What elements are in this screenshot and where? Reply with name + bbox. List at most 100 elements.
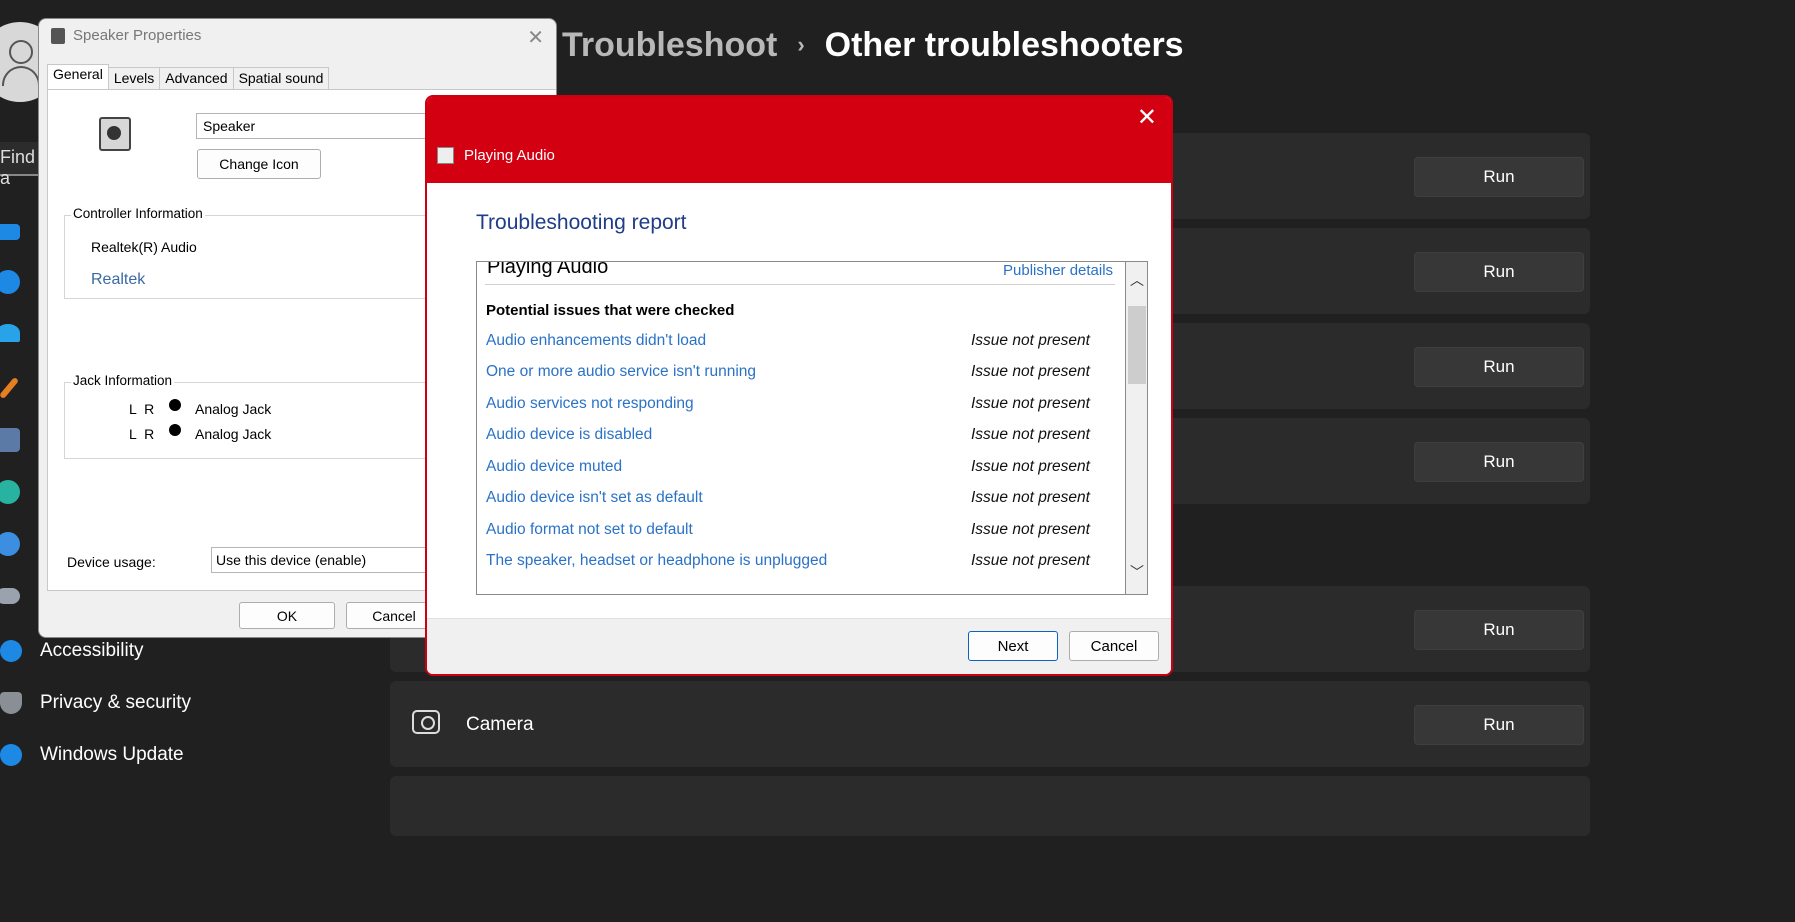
controller-name: Realtek(R) Audio: [91, 239, 197, 255]
run-button[interactable]: Run: [1414, 157, 1584, 197]
tab-general[interactable]: General: [47, 64, 109, 89]
scrollbar[interactable]: ︿ ﹀: [1125, 262, 1147, 594]
jack-dot-icon: [169, 399, 181, 411]
issue-row: Audio device isn't set as default Issue n…: [486, 489, 1090, 507]
jack-channels: L R: [129, 401, 157, 417]
dialog-header: ✕ Playing Audio: [427, 97, 1171, 183]
report-panel: Playing Audio Publisher details Potentia…: [476, 261, 1148, 595]
tab-levels[interactable]: Levels: [107, 67, 161, 89]
dialog-titlebar: Speaker Properties: [51, 27, 201, 44]
issue-status: Issue not present: [971, 332, 1090, 349]
checked-issues-heading: Potential issues that were checked: [486, 302, 735, 319]
system-icon[interactable]: [0, 224, 20, 240]
dialog-title: Speaker Properties: [73, 27, 202, 44]
bluetooth-icon[interactable]: [0, 270, 20, 294]
issue-status: Issue not present: [971, 426, 1090, 443]
gaming-icon[interactable]: [0, 588, 20, 604]
jack-row: L R Analog Jack: [129, 399, 271, 419]
speaker-device-icon: [99, 117, 131, 151]
chevron-right-icon: ›: [797, 32, 805, 57]
issue-row: Audio enhancements didn't load Issue not …: [486, 332, 1090, 350]
jack-dot-icon: [169, 424, 181, 436]
accounts-icon[interactable]: [0, 480, 20, 504]
personalization-icon[interactable]: [0, 376, 20, 400]
dialog-titlebar: Playing Audio: [437, 147, 555, 164]
report-name: Playing Audio: [487, 261, 609, 278]
device-usage-select[interactable]: Use this device (enable): [211, 547, 431, 573]
nav-privacy[interactable]: Privacy & security: [0, 685, 191, 721]
publisher-details-link[interactable]: Publisher details: [1003, 262, 1113, 279]
next-button[interactable]: Next: [968, 631, 1058, 661]
troubleshooter-card-camera: [390, 681, 1590, 767]
issue-link[interactable]: Audio device is disabled: [486, 426, 652, 443]
issue-link[interactable]: Audio device isn't set as default: [486, 489, 703, 506]
device-name-field[interactable]: Speaker: [196, 113, 456, 139]
troubleshooter-dialog: ✕ Playing Audio Troubleshooting report P…: [425, 95, 1173, 676]
wifi-icon[interactable]: [0, 324, 20, 342]
tab-advanced[interactable]: Advanced: [159, 67, 234, 89]
run-button[interactable]: Run: [1414, 347, 1584, 387]
issue-link[interactable]: Audio enhancements didn't load: [486, 332, 706, 349]
jack-info-group: Jack Information: [64, 373, 464, 459]
issue-row: Audio services not responding Issue not p…: [486, 395, 1090, 413]
issue-status: Issue not present: [971, 395, 1090, 412]
issue-link[interactable]: Audio format not set to default: [486, 521, 693, 538]
troubleshooter-icon: [437, 147, 454, 164]
chevron-up-icon[interactable]: ︿: [1130, 270, 1144, 290]
dialog-title: Playing Audio: [464, 147, 555, 164]
run-button[interactable]: Run: [1414, 442, 1584, 482]
nav-windows-update[interactable]: Windows Update: [0, 737, 184, 773]
camera-label: Camera: [466, 714, 534, 735]
jack-type: Analog Jack: [195, 426, 272, 442]
issue-status: Issue not present: [971, 458, 1090, 475]
issue-status: Issue not present: [971, 521, 1090, 538]
scrollbar-thumb[interactable]: [1128, 306, 1146, 384]
apps-icon[interactable]: [0, 428, 20, 452]
avatar-body: [2, 66, 40, 86]
nav-update-label: Windows Update: [40, 744, 184, 765]
issue-link[interactable]: Audio device muted: [486, 458, 622, 475]
nav-accessibility-label: Accessibility: [40, 640, 144, 661]
controller-link[interactable]: Realtek: [91, 271, 145, 289]
cancel-button[interactable]: Cancel: [1069, 631, 1159, 661]
accessibility-icon: [0, 640, 22, 662]
avatar-head: [9, 40, 33, 64]
page-title: Other troubleshooters: [824, 26, 1184, 64]
time-language-icon[interactable]: [0, 532, 20, 556]
jack-row: L R Analog Jack: [129, 424, 271, 444]
update-icon: [0, 744, 22, 766]
close-icon[interactable]: ✕: [527, 25, 544, 50]
ok-button[interactable]: OK: [239, 602, 335, 629]
tab-spatial-sound[interactable]: Spatial sound: [232, 67, 330, 89]
issue-row: Audio format not set to default Issue not…: [486, 521, 1090, 539]
issue-row: The speaker, headset or headphone is unp…: [486, 552, 1090, 570]
close-icon[interactable]: ✕: [1137, 103, 1157, 132]
issue-row: One or more audio service isn't running I…: [486, 363, 1090, 381]
run-camera-button[interactable]: Run: [1414, 705, 1584, 745]
report-heading: Troubleshooting report: [476, 211, 687, 234]
camera-icon: [412, 710, 440, 734]
change-icon-button[interactable]: Change Icon: [197, 149, 321, 179]
issue-status: Issue not present: [971, 363, 1090, 380]
jack-channels: L R: [129, 426, 157, 442]
issue-link[interactable]: The speaker, headset or headphone is unp…: [486, 552, 827, 569]
issue-status: Issue not present: [971, 552, 1090, 569]
run-button[interactable]: Run: [1414, 610, 1584, 650]
search-input[interactable]: Find a: [0, 142, 40, 188]
divider: [485, 284, 1115, 285]
chevron-down-icon[interactable]: ﹀: [1130, 562, 1144, 582]
jack-type: Analog Jack: [195, 401, 272, 417]
issue-row: Audio device is disabled Issue not presen…: [486, 426, 1090, 444]
breadcrumb: Troubleshoot › Other troubleshooters: [562, 26, 1184, 65]
run-button[interactable]: Run: [1414, 252, 1584, 292]
nav-accessibility[interactable]: Accessibility: [0, 633, 143, 669]
issue-link[interactable]: One or more audio service isn't running: [486, 363, 756, 380]
dialog-footer: Next Cancel: [427, 618, 1171, 674]
controller-info-label: Controller Information: [71, 206, 205, 221]
speaker-icon: [51, 27, 65, 44]
breadcrumb-troubleshoot[interactable]: Troubleshoot: [562, 26, 777, 64]
troubleshooter-card: [390, 776, 1590, 836]
issue-status: Issue not present: [971, 489, 1090, 506]
issue-link[interactable]: Audio services not responding: [486, 395, 694, 412]
nav-privacy-label: Privacy & security: [40, 692, 191, 713]
